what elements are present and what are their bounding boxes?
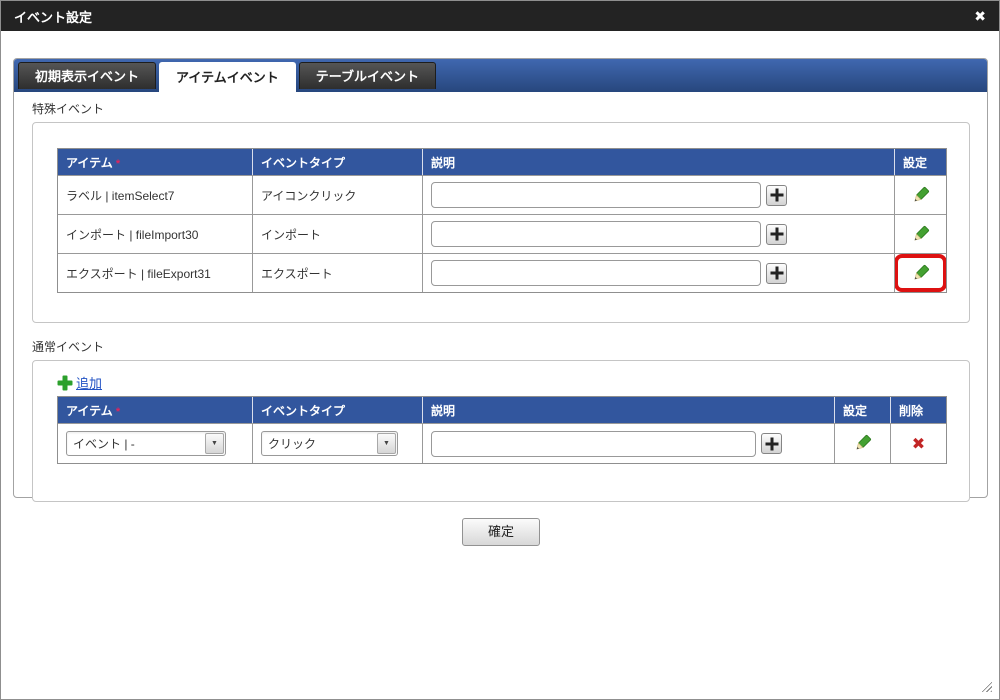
tab-panel: 初期表示イベント アイテムイベント テーブルイベント 特殊イベント アイテム * … [13,58,988,502]
add-description-button[interactable] [761,433,782,454]
column-header-item: アイテム * [58,149,253,175]
add-description-button[interactable] [766,262,787,284]
column-header-settings: 設定 [895,149,946,175]
dialog-title: イベント設定 [14,9,93,25]
event-type-select[interactable]: クリック ▼ [261,431,398,456]
tab-bar: 初期表示イベント アイテムイベント テーブルイベント [14,59,987,92]
dialog-titlebar: イベント設定 ✖ [1,1,999,31]
event-type-cell: クリック ▼ [253,423,423,463]
event-type-select-value: クリック [268,437,317,451]
description-textarea[interactable] [431,260,761,286]
description-cell [423,423,835,463]
item-cell: インポート | fileImport30 [58,214,253,253]
item-cell: エクスポート | fileExport31 [58,253,253,292]
table-row: インポート | fileImport30 インポート [58,214,946,253]
item-cell: イベント | - ▼ [58,423,253,463]
required-asterisk: * [115,405,121,418]
normal-events-table: アイテム * イベントタイプ 説明 設定 削除 イベント | - ▼ クリック … [57,396,947,464]
add-description-button[interactable] [766,223,787,245]
tab-table-event[interactable]: テーブルイベント [298,62,436,89]
column-header-event-type: イベントタイプ [253,149,423,175]
column-header-event-type: イベントタイプ [253,397,423,423]
description-textarea[interactable] [431,182,761,208]
normal-events-label: 通常イベント [32,340,105,354]
event-type-cell: エクスポート [253,253,423,292]
settings-cell [835,423,891,463]
dialog-resize-grip[interactable] [979,679,992,692]
delete-icon[interactable]: ✖ [912,436,925,453]
column-header-item: アイテム * [58,397,253,423]
delete-cell: ✖ [891,423,946,463]
description-cell [423,253,895,292]
plus-icon [57,375,72,390]
table-header-row: アイテム * イベントタイプ 説明 設定 削除 [58,397,946,423]
settings-cell [895,214,946,253]
table-header-row: アイテム * イベントタイプ 説明 設定 [58,149,946,175]
edit-pencil-icon[interactable] [910,224,931,245]
description-cell [423,175,895,214]
edit-pencil-icon[interactable] [852,433,873,454]
table-row: ラベル | itemSelect7 アイコンクリック [58,175,946,214]
item-select-value: イベント | - [73,437,135,451]
required-asterisk: * [115,157,121,170]
add-event-label: 追加 [76,376,103,391]
table-row: イベント | - ▼ クリック ▼ ✖ [58,423,946,463]
special-events-table: アイテム * イベントタイプ 説明 設定 ラベル | itemSelect7 アイ… [57,148,947,293]
item-select[interactable]: イベント | - ▼ [66,431,226,456]
add-description-button[interactable] [766,184,787,206]
description-textarea[interactable] [431,221,761,247]
add-event-link[interactable]: 追加 [57,373,127,392]
special-events-fieldset: アイテム * イベントタイプ 説明 設定 ラベル | itemSelect7 アイ… [32,122,970,323]
column-header-description: 説明 [423,397,835,423]
item-cell: ラベル | itemSelect7 [58,175,253,214]
column-header-item-label: アイテム [66,155,113,170]
edit-pencil-icon[interactable] [910,185,931,206]
description-cell [423,214,895,253]
column-header-description: 説明 [423,149,895,175]
event-settings-dialog: イベント設定 ✖ 初期表示イベント アイテムイベント テーブルイベント 特殊イベ… [0,0,1000,700]
close-icon[interactable]: ✖ [974,9,986,23]
column-header-delete: 削除 [891,397,946,423]
tab-initial-display-event[interactable]: 初期表示イベント [18,62,157,89]
table-row: エクスポート | fileExport31 エクスポート [58,253,946,292]
description-textarea[interactable] [431,430,756,457]
column-header-item-label: アイテム [66,403,113,418]
dropdown-arrow-icon: ▼ [205,433,224,454]
confirm-button[interactable]: 確定 [462,518,540,546]
event-type-cell: アイコンクリック [253,175,423,214]
event-type-cell: インポート [253,214,423,253]
special-events-label: 特殊イベント [32,102,105,116]
edit-pencil-icon[interactable] [910,263,931,284]
tab-item-event[interactable]: アイテムイベント [159,62,296,92]
settings-cell-highlighted [895,253,946,292]
normal-events-fieldset: 追加 アイテム * イベントタイプ 説明 設定 削除 イベント | - ▼ クリ… [32,360,970,502]
dropdown-arrow-icon: ▼ [377,433,396,454]
column-header-settings: 設定 [835,397,891,423]
settings-cell [895,175,946,214]
